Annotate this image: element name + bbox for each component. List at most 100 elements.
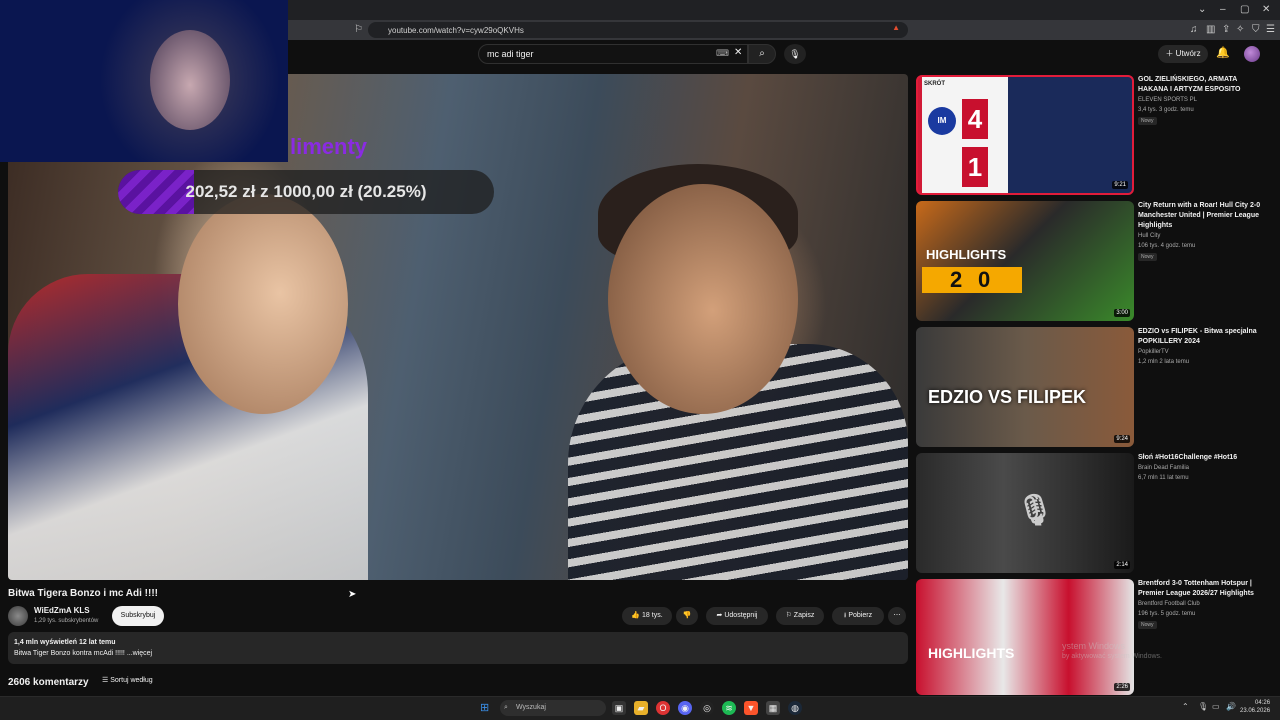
taskbar-clock[interactable]: 04:26 23.06.2026 <box>1240 699 1270 715</box>
tray-chevron-icon[interactable]: ⌃ <box>1182 702 1189 711</box>
dislike-button[interactable]: 👎 <box>676 607 698 625</box>
more-actions-button[interactable]: ⋯ <box>888 607 906 625</box>
video-head-right <box>608 184 798 414</box>
mouse-cursor-icon: ➤ <box>348 589 357 600</box>
plus-icon: ＋ <box>1165 49 1176 58</box>
recommendation-meta: 3,4 tys. 3 godz. temu <box>1138 107 1194 113</box>
clear-search-icon[interactable]: ✕ <box>734 47 742 58</box>
recommendation-thumbnail[interactable]: EDZIO VS FILIPEK 9:24 <box>916 327 1134 447</box>
donation-goal-label: limenty <box>290 134 368 159</box>
tray-mic-icon[interactable]: 🎙 <box>1198 702 1208 711</box>
brave-shield-icon[interactable]: ▲ <box>892 23 900 32</box>
notifications-bell-icon[interactable]: 🔔 <box>1216 46 1230 59</box>
like-count: 18 tys. <box>642 612 663 619</box>
voice-search-button[interactable]: 🎙 <box>784 44 806 64</box>
thumb-overlay-text: SKRÓT <box>924 81 945 87</box>
chrome-icon[interactable]: ◎ <box>700 701 714 715</box>
video-title: Bitwa Tigera Bonzo i mc Adi !!!! <box>8 588 159 599</box>
spotify-icon[interactable]: ≋ <box>722 701 736 715</box>
address-bar[interactable]: youtube.com/watch?v=cyw29oQKVHs ▲ <box>368 22 908 38</box>
menu-icon[interactable]: ☰ <box>1266 22 1275 38</box>
video-head-left <box>178 194 348 414</box>
search-input[interactable]: mc adi tiger <box>478 44 748 64</box>
comments-count: 2606 komentarzy <box>8 677 89 688</box>
bookmark-save-icon: ⚐ <box>785 612 794 619</box>
download-button[interactable]: ⭳ Pobierz <box>832 607 884 625</box>
opera-icon[interactable]: O <box>656 701 670 715</box>
donation-progress-bar: 202,52 zł z 1000,00 zł (20.25%) <box>118 170 494 214</box>
windows-activation-watermark-sub: by aktywować system Windows. <box>1062 653 1162 660</box>
channel-avatar[interactable] <box>8 606 28 626</box>
recommendation-title[interactable]: City Return with a Roar! Hull City 2-0 M… <box>1138 201 1268 231</box>
recommendation-channel[interactable]: Hull City <box>1138 233 1160 239</box>
create-button[interactable]: ＋ Utwórz <box>1158 45 1208 63</box>
recommendation-thumbnail[interactable]: SKRÓT IM 4 1 9:21 <box>916 75 1134 195</box>
video-duration: 3:00 <box>1114 309 1130 317</box>
recommendation-item[interactable]: HIGHLIGHTS 2:26 Brentford 3-0 Tottenham … <box>916 579 1280 695</box>
chevron-down-icon[interactable]: ⌄ <box>1198 2 1206 18</box>
description-box[interactable] <box>8 632 908 664</box>
recommendation-title[interactable]: GOL ZIELIŃSKIEGO, ARMATA HAKANA I ARTYZM… <box>1138 75 1268 95</box>
recommendation-title[interactable]: Brentford 3-0 Tottenham Hotspur | Premie… <box>1138 579 1268 599</box>
taskbar-search-placeholder: Wyszukaj <box>516 704 546 711</box>
search-button[interactable]: ⌕ <box>748 44 776 64</box>
recommendation-meta: 196 tys. 5 godz. temu <box>1138 611 1196 617</box>
maximize-icon[interactable]: ▢ <box>1240 2 1249 18</box>
search-icon: ⌕ <box>759 48 765 59</box>
recommendation-title[interactable]: Słoń #Hot16Challenge #Hot16 <box>1138 453 1268 463</box>
like-button[interactable]: 👍 18 tys. <box>622 607 672 625</box>
channel-name[interactable]: WiEdZmA KLS <box>34 606 90 615</box>
score-away: 1 <box>962 147 988 187</box>
channel-subscribers: 1,29 tys. subskrybentów <box>34 618 99 624</box>
subscribe-button[interactable]: Subskrybuj <box>112 606 164 626</box>
extensions-icon[interactable]: ✧ <box>1236 22 1244 38</box>
recommendation-title[interactable]: EDZIO vs FILIPEK - Bitwa specjalna POPKI… <box>1138 327 1268 347</box>
recommendation-thumbnail[interactable]: 🎙 2:14 <box>916 453 1134 573</box>
recommendation-item[interactable]: EDZIO VS FILIPEK 9:24 EDZIO vs FILIPEK -… <box>916 327 1280 447</box>
recommendation-channel[interactable]: Brain Dead Familia <box>1138 465 1189 471</box>
recommendation-thumbnail[interactable]: HIGHLIGHTS 2 0 3:00 <box>916 201 1134 321</box>
sort-comments-button[interactable]: ☰ Sortuj według <box>102 676 153 684</box>
taskbar-search-input[interactable]: ⌕ Wyszukaj <box>500 700 606 716</box>
steam-icon[interactable]: ◍ <box>788 701 802 715</box>
account-avatar[interactable] <box>1244 46 1260 62</box>
volume-icon[interactable]: 🔊 <box>1226 702 1236 711</box>
sidebar-icon[interactable]: ▥ <box>1206 22 1215 38</box>
windows-activation-watermark: ystem Windows <box>1062 641 1126 651</box>
description-text[interactable]: Bitwa Tiger Bonzo kontra mcAdi !!!!! ...… <box>14 650 152 657</box>
file-explorer-icon[interactable]: ▰ <box>634 701 648 715</box>
task-view-icon[interactable]: ▣ <box>612 701 626 715</box>
music-icon[interactable]: ♫ <box>1190 22 1198 38</box>
share-button[interactable]: ➦ Udostępnij <box>706 607 768 625</box>
windows-start-icon[interactable]: ⊞ <box>480 701 489 714</box>
score-home: 4 <box>962 99 988 139</box>
share-icon[interactable]: ⇪ <box>1222 22 1230 38</box>
recommendation-item[interactable]: 🎙 2:14 Słoń #Hot16Challenge #Hot16 Brain… <box>916 453 1280 573</box>
microphone-icon: 🎙 <box>789 49 801 59</box>
scoreboard-bar <box>922 267 1022 293</box>
save-label: Zapisz <box>793 612 815 619</box>
recommendation-item[interactable]: HIGHLIGHTS 2 0 3:00 City Return with a R… <box>916 201 1280 321</box>
recommendation-thumbnail[interactable]: HIGHLIGHTS 2:26 <box>916 579 1134 695</box>
keyboard-icon[interactable]: ⌨ <box>716 48 729 59</box>
network-icon[interactable]: ▭ <box>1212 702 1220 711</box>
recommendation-channel[interactable]: ELEVEN SPORTS PL <box>1138 97 1197 103</box>
team-crest-icon: IM <box>928 107 956 135</box>
shield-icon[interactable]: ⛉ <box>1252 22 1260 38</box>
save-button[interactable]: ⚐ Zapisz <box>776 607 824 625</box>
recommendation-channel[interactable]: PopkillerTV <box>1138 349 1169 355</box>
discord-icon[interactable]: ◉ <box>678 701 692 715</box>
share-label: Udostępnij <box>724 612 758 619</box>
recommendation-item[interactable]: SKRÓT IM 4 1 9:21 GOL ZIELIŃSKIEGO, ARMA… <box>916 75 1280 195</box>
video-duration: 9:24 <box>1114 435 1130 443</box>
bookmark-icon[interactable]: ⚐ <box>354 22 363 38</box>
donation-progress-text: 202,52 zł z 1000,00 zł (20.25%) <box>185 182 427 201</box>
recommendation-meta: 6,7 mln 11 lat temu <box>1138 475 1189 481</box>
new-badge: Nowy <box>1138 117 1157 125</box>
minimize-icon[interactable]: – <box>1220 2 1226 18</box>
more-icon: ⋯ <box>893 612 901 619</box>
brave-icon[interactable]: ▼ <box>744 701 758 715</box>
close-icon[interactable]: ✕ <box>1262 2 1270 18</box>
app-icon[interactable]: ▦ <box>766 701 780 715</box>
recommendation-channel[interactable]: Brentford Football Club <box>1138 601 1200 607</box>
